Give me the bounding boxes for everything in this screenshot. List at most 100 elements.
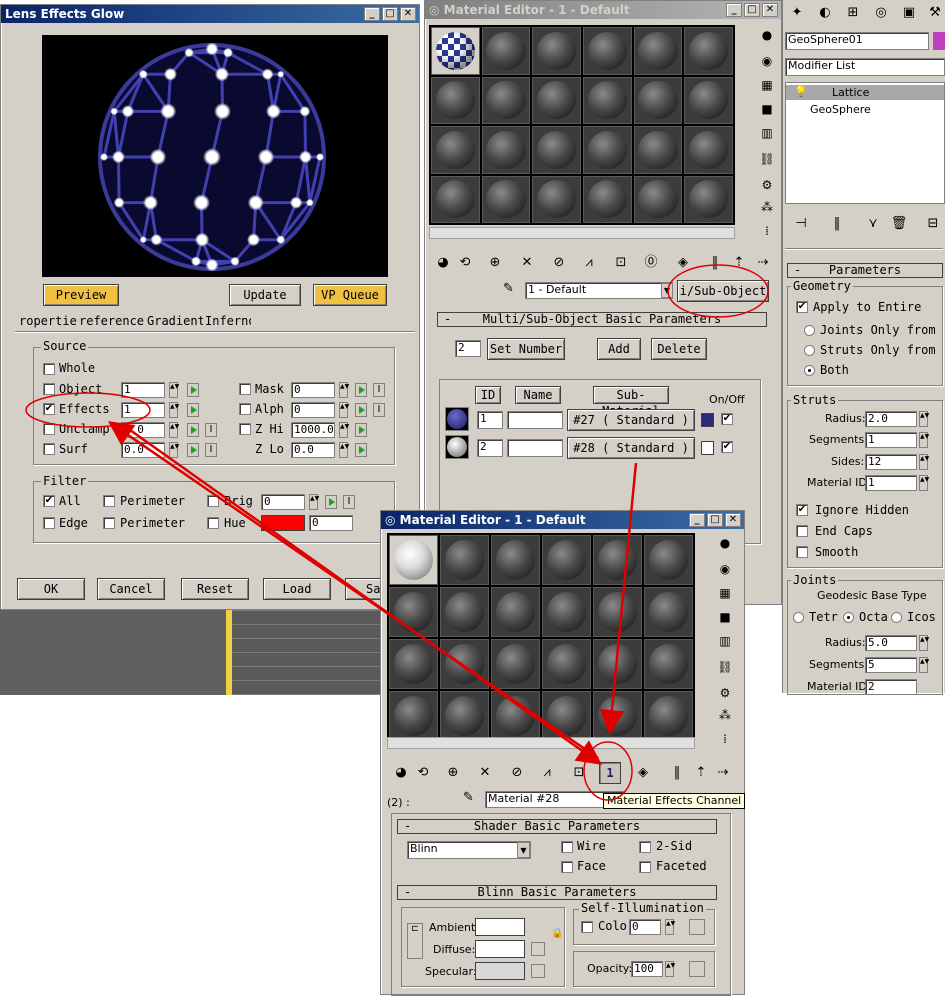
z-lo-field[interactable]: 0.0	[291, 442, 335, 458]
material-type-button[interactable]: i/Sub-Object	[677, 280, 769, 302]
strut-matid-field[interactable]: 1	[865, 475, 917, 491]
sample-slot[interactable]	[491, 587, 540, 637]
sample-slot[interactable]	[593, 535, 642, 585]
minimize-button[interactable]: _	[364, 7, 380, 21]
sample-slot[interactable]	[633, 27, 683, 75]
specular-map-button[interactable]	[531, 964, 545, 978]
delete-button[interactable]: Delete	[651, 338, 707, 360]
make-unique-icon[interactable]: ⩘	[537, 763, 557, 783]
face-map-checkbox[interactable]	[561, 861, 573, 873]
sample-slot[interactable]	[593, 691, 642, 741]
eyedropper-icon[interactable]: ✎	[503, 281, 514, 296]
tab-properties[interactable]: ropertie	[19, 314, 77, 328]
video-color-check-icon[interactable]: ▥	[757, 123, 777, 143]
sample-slot[interactable]	[389, 691, 438, 741]
material-effects-channel-button[interactable]: 1	[599, 762, 621, 784]
joint-radius-spinner[interactable]: ▲▼	[919, 635, 929, 651]
material-count-field[interactable]: 2	[455, 340, 481, 357]
reset-button[interactable]: Reset	[181, 578, 249, 600]
cancel-button[interactable]: Cancel	[97, 578, 165, 600]
sample-slot[interactable]	[431, 76, 480, 124]
blinn-basic-rollout[interactable]: - Blinn Basic Parameters	[397, 885, 717, 900]
self-illum-color-checkbox[interactable]	[581, 921, 593, 933]
filter-perimeter-checkbox[interactable]	[103, 517, 115, 529]
sub-name-field-2[interactable]	[507, 439, 563, 457]
opacity-field[interactable]: 100	[631, 961, 663, 977]
lock-ambient-diffuse-button[interactable]: ⊏	[407, 923, 423, 959]
two-sided-checkbox[interactable]	[639, 841, 651, 853]
sub-material-button-1[interactable]: #27 ( Standard )	[567, 409, 695, 431]
multi-sub-rollout[interactable]: - Multi/Sub-Object Basic Parameters	[437, 312, 767, 327]
sample-slot[interactable]	[644, 639, 693, 689]
material-name-field[interactable]: 1 - Default	[525, 282, 673, 299]
sample-slot[interactable]	[583, 27, 632, 75]
utilities-tab-icon[interactable]: ⚒	[925, 3, 945, 23]
sample-slot[interactable]	[440, 535, 489, 585]
ok-button[interactable]: OK	[17, 578, 85, 600]
make-preview-icon[interactable]: ⛓	[715, 657, 735, 677]
assign-material-icon[interactable]: ⊕	[485, 253, 505, 273]
object-name-field[interactable]: GeoSphere01	[785, 32, 929, 50]
mask-checkbox[interactable]	[239, 383, 251, 395]
select-by-material-icon[interactable]: ⁂	[715, 705, 735, 725]
sub-material-preview-2[interactable]	[445, 435, 469, 459]
z-hi-spinner[interactable]: ▲▼	[339, 422, 349, 438]
sample-slot[interactable]	[583, 175, 632, 223]
sample-slot[interactable]	[431, 126, 480, 174]
lock-icon[interactable]: 🔒	[551, 928, 563, 939]
effects-play-icon[interactable]	[187, 403, 199, 417]
backlight-icon[interactable]: ◉	[715, 559, 735, 579]
sample-slot[interactable]	[491, 639, 540, 689]
modifier-list-dropdown[interactable]: Modifier List	[785, 58, 945, 76]
surf-play-icon[interactable]	[187, 443, 199, 457]
z-hi-play-icon[interactable]	[355, 423, 367, 437]
go-forward-sibling-icon[interactable]: ⇢	[753, 253, 773, 273]
maximize-button[interactable]: □	[744, 3, 760, 17]
z-lo-play-icon[interactable]	[355, 443, 367, 457]
sub-id-field-1[interactable]: 1	[477, 411, 503, 429]
effects-id-field[interactable]: 1	[121, 402, 165, 418]
sort-id-button[interactable]: ID	[475, 386, 501, 404]
diffuse-map-button[interactable]	[531, 942, 545, 956]
sample-slot[interactable]	[542, 587, 591, 637]
z-lo-spinner[interactable]: ▲▼	[339, 442, 349, 458]
sample-slot[interactable]	[532, 126, 581, 174]
filter-hue-field[interactable]: 0	[309, 515, 353, 531]
sample-slot[interactable]	[684, 175, 733, 223]
object-checkbox[interactable]	[43, 383, 55, 395]
assign-material-icon[interactable]: ⊕	[443, 763, 463, 783]
sample-slot[interactable]	[389, 587, 438, 637]
tab-inferno[interactable]: Inferno	[205, 314, 251, 328]
sample-slot[interactable]	[684, 126, 733, 174]
z-hi-field[interactable]: 1000.0	[291, 422, 335, 438]
sample-slot[interactable]	[644, 535, 693, 585]
make-unique-icon[interactable]: ⋎	[863, 214, 883, 234]
get-material-icon[interactable]: ◕	[433, 253, 453, 273]
surf-checkbox[interactable]	[43, 443, 55, 455]
parameters-rollout[interactable]: - Parameters	[787, 263, 943, 278]
strut-sides-spinner[interactable]: ▲▼	[919, 454, 929, 470]
opacity-spinner[interactable]: ▲▼	[665, 961, 675, 977]
sample-slot[interactable]	[440, 691, 489, 741]
sample-type-icon[interactable]: ●	[715, 533, 735, 553]
opacity-map-button[interactable]	[689, 961, 705, 977]
motion-tab-icon[interactable]: ◎	[871, 3, 891, 23]
sort-name-button[interactable]: Name	[515, 386, 561, 404]
apply-entire-checkbox[interactable]: ✔	[796, 301, 808, 313]
preview-button[interactable]: Preview	[43, 284, 119, 306]
modify-tab-icon[interactable]: ◐	[815, 3, 835, 23]
effects-id-spinner[interactable]: ▲▼	[169, 402, 179, 418]
show-end-result-icon[interactable]: ‖	[705, 253, 725, 273]
sample-slot[interactable]	[532, 175, 581, 223]
alpha-spinner[interactable]: ▲▼	[339, 402, 349, 418]
sample-uv-tiling-icon[interactable]: ■	[757, 99, 777, 119]
self-illum-spinner[interactable]: ▲▼	[665, 919, 675, 935]
sample-slot[interactable]	[542, 535, 591, 585]
hierarchy-tab-icon[interactable]: ⊞	[843, 3, 863, 23]
sub-color-swatch-1[interactable]	[701, 413, 714, 427]
sub-color-swatch-2[interactable]	[701, 441, 714, 455]
put-to-scene-icon[interactable]: ⟲	[455, 253, 475, 273]
minimize-button[interactable]: _	[726, 3, 742, 17]
sample-slot[interactable]	[633, 175, 683, 223]
surf-spinner[interactable]: ▲▼	[169, 442, 179, 458]
